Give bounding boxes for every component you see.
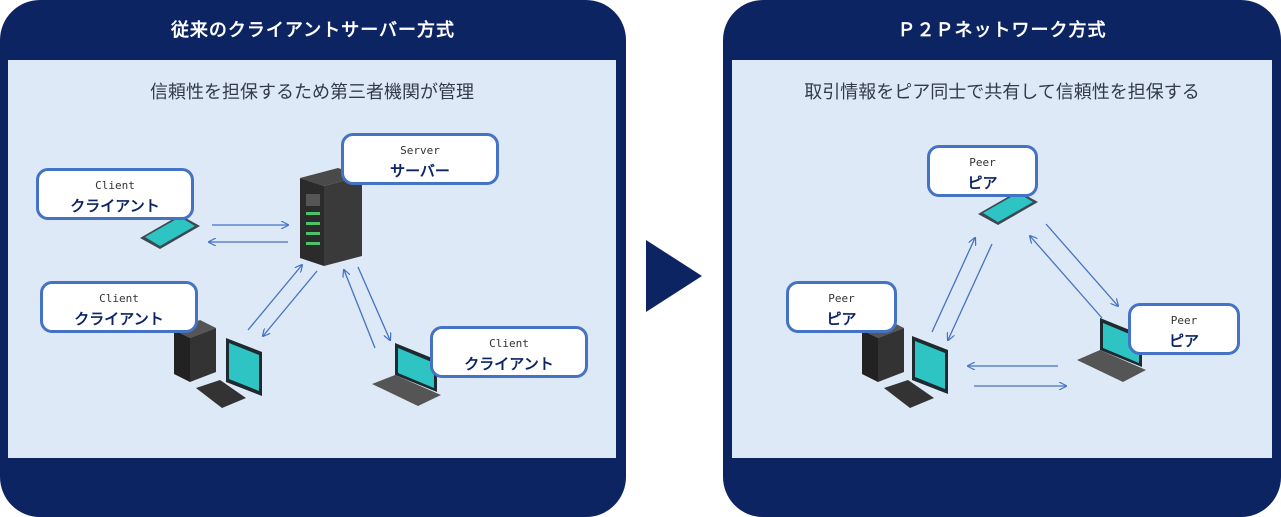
server-label: Server サーバー xyxy=(341,133,499,185)
client-label-jp: クライアント xyxy=(70,197,160,215)
client-server-arrows xyxy=(209,225,390,349)
client-label: Client クライアント xyxy=(430,326,588,378)
peer-label: Peer ピア xyxy=(927,145,1038,197)
peer-label-jp: ピア xyxy=(826,310,857,328)
peer-label-en: Peer xyxy=(1170,314,1198,327)
peer-label-en: Peer xyxy=(828,292,855,305)
desktop-pc-icon xyxy=(862,320,948,408)
peer-label-jp: ピア xyxy=(967,174,998,192)
client-label-en: Client xyxy=(95,179,135,192)
client-label-en: Client xyxy=(489,337,529,350)
peer-label-en: Peer xyxy=(969,156,996,169)
client-label-jp: クライアント xyxy=(74,310,164,328)
client-label: Client クライアント xyxy=(36,168,194,220)
client-label-jp: クライアント xyxy=(464,355,554,373)
desktop-pc-icon xyxy=(174,320,262,408)
diagram-graphics xyxy=(140,168,1146,408)
peer-label: Peer ピア xyxy=(1128,303,1240,355)
peer-label: Peer ピア xyxy=(786,281,897,333)
server-label-jp: サーバー xyxy=(390,162,450,180)
peer-label-jp: ピア xyxy=(1168,332,1199,350)
client-label-en: Client xyxy=(99,292,139,305)
tablet-icon xyxy=(140,215,200,249)
server-label-en: Server xyxy=(400,144,440,157)
client-label: Client クライアント xyxy=(40,281,198,333)
